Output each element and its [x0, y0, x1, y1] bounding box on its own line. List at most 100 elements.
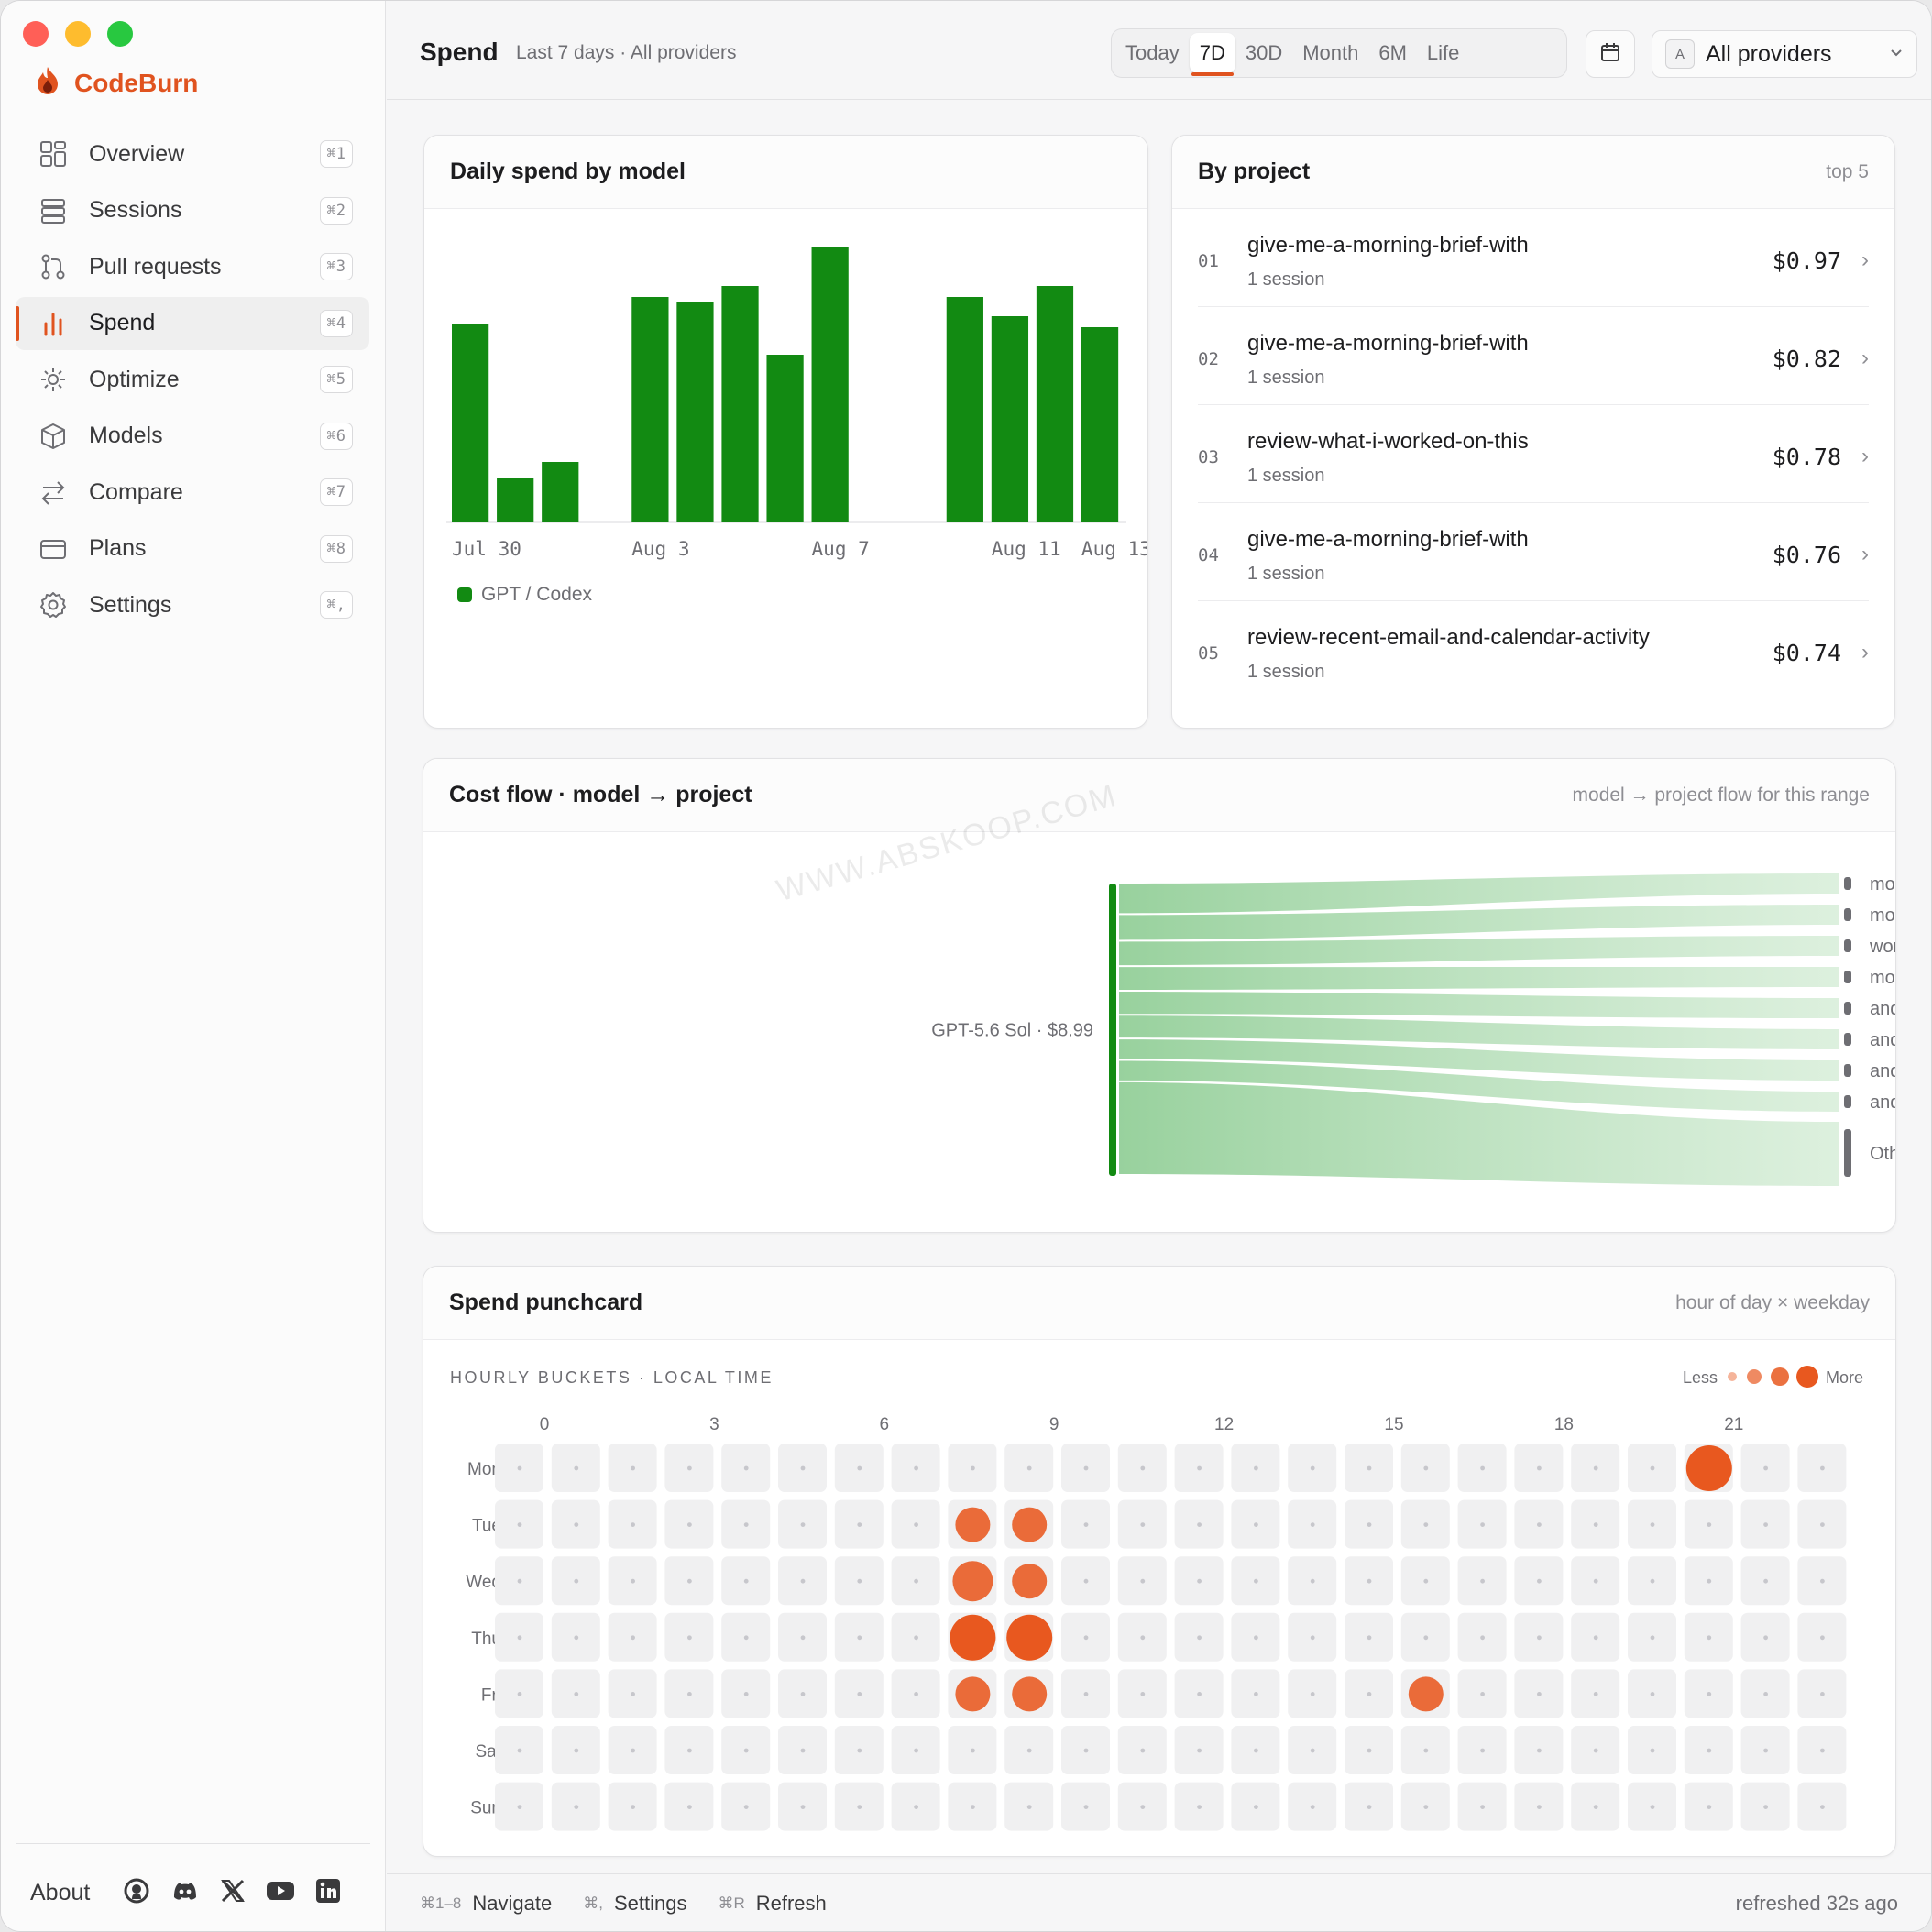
sidebar-item-sessions[interactable]: Sessions ⌘2: [16, 184, 369, 237]
target-node: [1844, 1064, 1851, 1077]
project-sessions: 1 session: [1247, 564, 1325, 584]
empty-dot: [1537, 1748, 1542, 1753]
chevron-right-icon: ›: [1861, 542, 1869, 566]
legend-dot: [1728, 1372, 1737, 1381]
x-tick-label: Aug 11: [992, 538, 1061, 560]
empty-dot: [1820, 1578, 1825, 1584]
shortcut-badge: ⌘5: [319, 366, 353, 393]
minimize-window-button[interactable]: [65, 21, 91, 47]
sidebar-item-overview[interactable]: Overview ⌘1: [16, 127, 369, 181]
empty-dot: [1367, 1635, 1372, 1641]
sidebar-item-models[interactable]: Models ⌘6: [16, 410, 369, 463]
empty-dot: [1026, 1805, 1032, 1809]
punch-dot: [955, 1676, 991, 1712]
sidebar-item-label: Plans: [89, 535, 147, 561]
punchcard-subtitle: HOURLY BUCKETS · LOCAL TIME: [450, 1368, 774, 1387]
empty-dot: [574, 1805, 579, 1809]
project-row[interactable]: 03 review-what-i-worked-on-this 1 session $…: [1198, 405, 1869, 503]
project-rank: 03: [1198, 447, 1219, 467]
legend-dot: [1796, 1366, 1818, 1388]
empty-dot: [1707, 1635, 1712, 1641]
project-row[interactable]: 02 give-me-a-morning-brief-with 1 session $…: [1198, 307, 1869, 405]
empty-dot: [1480, 1465, 1485, 1471]
chevron-right-icon: ›: [1861, 346, 1869, 370]
empty-dot: [1310, 1465, 1315, 1471]
empty-dot: [1650, 1805, 1655, 1809]
legend-more: More: [1826, 1368, 1863, 1387]
source-label: GPT-5.6 Sol · $8.99: [931, 1021, 1093, 1041]
empty-dot: [1254, 1805, 1258, 1809]
zoom-window-button[interactable]: [107, 21, 133, 47]
refresh-hint[interactable]: ⌘R Refresh: [718, 1892, 826, 1916]
empty-dot: [574, 1578, 579, 1584]
empty-dot: [1537, 1522, 1542, 1527]
empty-dot: [800, 1692, 806, 1696]
range-30d[interactable]: 30D: [1235, 33, 1292, 73]
sidebar-item-plans[interactable]: Plans ⌘8: [16, 522, 369, 576]
project-row[interactable]: 01 give-me-a-morning-brief-with 1 session $…: [1198, 209, 1869, 307]
empty-dot: [1083, 1578, 1089, 1584]
empty-dot: [1140, 1522, 1146, 1527]
range-7d[interactable]: 7D: [1189, 33, 1235, 76]
range-6m[interactable]: 6M: [1368, 33, 1417, 73]
sidebar-item-label: Settings: [89, 591, 172, 618]
chart-legend: GPT / Codex: [457, 584, 592, 606]
empty-dot: [800, 1635, 806, 1641]
empty-dot: [1537, 1692, 1542, 1696]
target-label: and/calendar/activity · $0.73: [1870, 1030, 1896, 1050]
close-window-button[interactable]: [23, 21, 49, 47]
legend-dot: [1771, 1367, 1789, 1386]
shortcut-badge: ⌘6: [319, 422, 353, 450]
sidebar-item-spend[interactable]: Spend ⌘4: [16, 296, 369, 350]
hour-tick: 9: [1049, 1415, 1059, 1434]
empty-dot: [1083, 1692, 1089, 1696]
refresh-status: refreshed 32s ago: [1735, 1892, 1898, 1915]
empty-dot: [1480, 1748, 1485, 1753]
sidebar-item-compare[interactable]: Compare ⌘7: [16, 466, 369, 519]
empty-dot: [1367, 1692, 1372, 1696]
github-icon[interactable]: [123, 1877, 150, 1909]
youtube-icon[interactable]: [266, 1880, 295, 1906]
empty-dot: [1537, 1578, 1542, 1584]
sidebar-item-label: Overview: [89, 140, 185, 167]
x-icon[interactable]: [220, 1878, 246, 1908]
target-label: worked/on/this · $0.78: [1869, 937, 1896, 957]
daily-spend-card: Daily spend by model Jul 30 Aug 3 Aug 7 Aug…: [423, 135, 1148, 729]
empty-dot: [687, 1522, 692, 1527]
sidebar-nav: Overview ⌘1 Sessions ⌘2 Pull requests ⌘3 Spend…: [16, 127, 369, 635]
settings-hint[interactable]: ⌘, Settings: [583, 1892, 686, 1916]
shortcut-badge: ⌘8: [319, 534, 353, 563]
range-month[interactable]: Month: [1292, 33, 1368, 73]
empty-dot: [971, 1805, 975, 1809]
discord-icon[interactable]: [170, 1879, 200, 1907]
empty-dot: [1367, 1748, 1372, 1753]
bar: [497, 478, 534, 522]
sidebar-item-settings[interactable]: Settings ⌘,: [16, 578, 369, 631]
range-today[interactable]: Today: [1115, 33, 1190, 73]
project-row[interactable]: 04 give-me-a-morning-brief-with 1 session $…: [1198, 503, 1869, 601]
empty-dot: [1650, 1692, 1655, 1696]
chevron-right-icon: ›: [1861, 444, 1869, 468]
empty-dot: [1537, 1465, 1542, 1471]
empty-dot: [1083, 1635, 1089, 1641]
bar: [631, 297, 669, 522]
empty-dot: [631, 1522, 635, 1527]
daily-spend-chart: Jul 30 Aug 3 Aug 7 Aug 11 Aug 13: [446, 247, 1147, 560]
empty-dot: [1593, 1522, 1598, 1527]
empty-dot: [631, 1748, 635, 1753]
about-link[interactable]: About: [30, 1880, 90, 1906]
sidebar-item-pull-requests[interactable]: Pull requests ⌘3: [16, 240, 369, 293]
page-subtitle: Last 7 days · All providers: [516, 42, 737, 63]
empty-dot: [1763, 1748, 1768, 1753]
linkedin-icon[interactable]: [315, 1878, 341, 1908]
punchcard-card: Spend punchcard hour of day × weekday HO…: [423, 1266, 1896, 1857]
empty-dot: [1367, 1522, 1372, 1527]
pull-request-icon: [38, 251, 69, 282]
range-life[interactable]: Life: [1417, 33, 1469, 73]
by-project-meta: top 5: [1826, 160, 1869, 182]
provider-dropdown[interactable]: A All providers: [1652, 30, 1917, 78]
date-picker-button[interactable]: [1586, 30, 1635, 78]
project-row[interactable]: 05 review-recent-email-and-calendar-activ…: [1198, 601, 1869, 699]
sidebar-item-optimize[interactable]: Optimize ⌘5: [16, 353, 369, 406]
provider-badge: A: [1665, 39, 1695, 69]
